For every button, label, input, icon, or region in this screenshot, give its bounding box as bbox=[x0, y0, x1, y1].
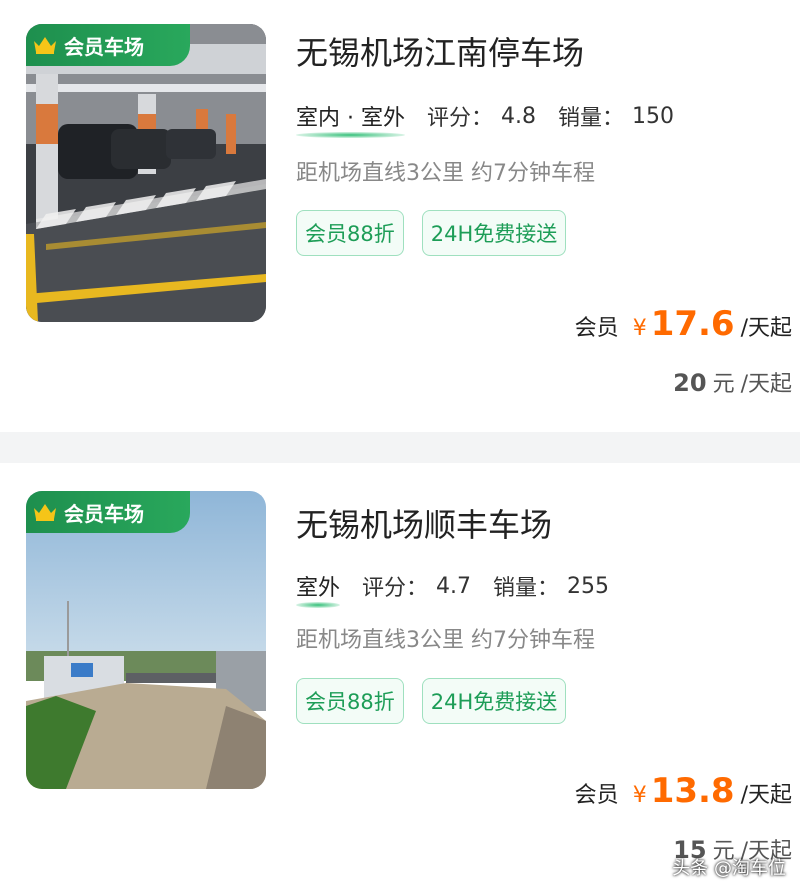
watermark: 头条 @淘车位 bbox=[672, 858, 786, 879]
rating-label: 评分： bbox=[426, 106, 493, 131]
distance-text: 距机场直线3公里 约7分钟车程 bbox=[296, 628, 595, 653]
member-price-value: 17.6 bbox=[650, 304, 735, 344]
price-unit: /天起 bbox=[740, 316, 792, 341]
lot-meta-row: 室外 评分： 4.7 销量： 255 bbox=[296, 570, 610, 608]
rating-value: 4.8 bbox=[501, 103, 536, 129]
sales-value: 150 bbox=[632, 103, 675, 129]
shuttle-tag: 24H免费接送 bbox=[421, 678, 567, 724]
parking-lot-title[interactable]: 无锡机场江南停车场 bbox=[296, 28, 584, 74]
member-price-label: 会员 bbox=[574, 783, 619, 808]
original-price-unit: /天起 bbox=[740, 372, 792, 397]
member-price-value: 13.8 bbox=[650, 771, 735, 811]
shuttle-tag: 24H免费接送 bbox=[421, 210, 567, 256]
lot-type-label: 室外 bbox=[296, 570, 341, 608]
discount-tag: 会员88折 bbox=[296, 678, 404, 724]
tag-list: 会员88折 24H免费接送 bbox=[296, 678, 584, 724]
crown-icon bbox=[34, 504, 56, 521]
lot-meta-row: 室内 · 室外 评分： 4.8 销量： 150 bbox=[296, 100, 675, 138]
member-price: 会员 ¥ 17.6 /天起 bbox=[575, 304, 792, 344]
crown-icon bbox=[34, 37, 56, 54]
parking-lot-title[interactable]: 无锡机场顺丰车场 bbox=[296, 500, 552, 546]
member-price: 会员 ¥ 13.8 /天起 bbox=[575, 771, 792, 811]
parking-lot-card[interactable]: 会员车场 无锡机场江南停车场 室内 · 室外 评分： 4.8 销量： 150 距… bbox=[0, 0, 800, 432]
discount-tag: 会员88折 bbox=[296, 210, 404, 256]
original-price-value: 20 bbox=[673, 369, 707, 397]
sales-label: 销量： bbox=[558, 106, 625, 131]
indoor-garage-image bbox=[26, 24, 266, 322]
rating-label: 评分： bbox=[362, 576, 429, 601]
price-unit: /天起 bbox=[740, 783, 792, 808]
sales-value: 255 bbox=[567, 573, 610, 599]
currency-symbol: ¥ bbox=[632, 783, 647, 808]
currency-symbol: ¥ bbox=[632, 316, 647, 341]
parking-lot-photo[interactable]: 会员车场 bbox=[26, 491, 266, 789]
original-price-currency: 元 bbox=[712, 372, 735, 397]
sales-label: 销量： bbox=[493, 576, 560, 601]
parking-lot-photo[interactable]: 会员车场 bbox=[26, 24, 266, 322]
badge-label: 会员车场 bbox=[64, 501, 144, 526]
badge-label: 会员车场 bbox=[64, 34, 144, 59]
rating-value: 4.7 bbox=[436, 573, 472, 599]
outdoor-lot-image bbox=[26, 491, 266, 789]
lot-type-label: 室内 · 室外 bbox=[296, 100, 405, 138]
tag-list: 会员88折 24H免费接送 bbox=[296, 210, 584, 256]
distance-text: 距机场直线3公里 约7分钟车程 bbox=[296, 161, 595, 186]
member-lot-badge: 会员车场 bbox=[26, 491, 190, 533]
original-price: 20 元 /天起 bbox=[673, 366, 792, 398]
member-lot-badge: 会员车场 bbox=[26, 24, 190, 66]
member-price-label: 会员 bbox=[574, 316, 619, 341]
parking-lot-card[interactable]: 会员车场 无锡机场顺丰车场 室外 评分： 4.7 销量： 255 距机场直线3公… bbox=[0, 463, 800, 890]
